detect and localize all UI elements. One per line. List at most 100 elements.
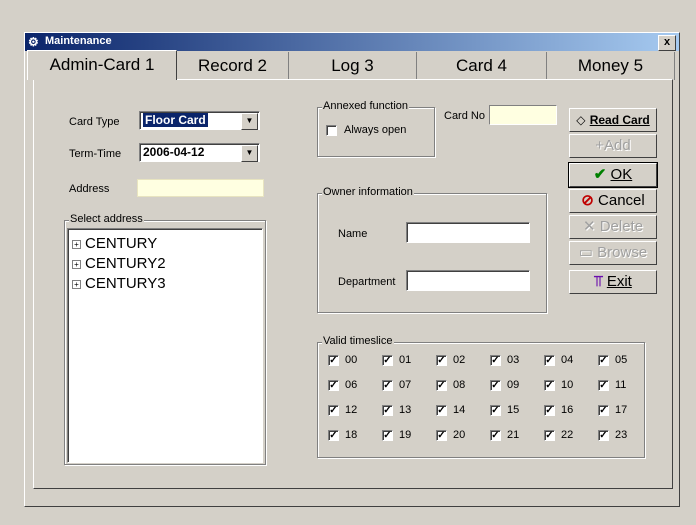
- read-card-button[interactable]: ◇ Read Card: [569, 108, 657, 132]
- window-title: Maintenance: [45, 35, 112, 47]
- tab-log[interactable]: Log 3: [289, 52, 417, 80]
- tree-item-label: CENTURY3: [85, 275, 166, 292]
- owner-information-group: Owner information Name Department: [317, 186, 547, 313]
- timeslice-checkbox[interactable]: ✓: [544, 430, 555, 441]
- address-tree[interactable]: + CENTURY + CENTURY2 + CENTURY3: [67, 228, 263, 463]
- card-type-label: Card Type: [69, 116, 120, 128]
- exit-label: Exit: [606, 273, 632, 290]
- expand-icon[interactable]: +: [72, 259, 81, 269]
- tab-record[interactable]: Record 2: [177, 52, 289, 80]
- timeslice-label: 13: [399, 404, 412, 416]
- timeslice-label: 03: [507, 354, 520, 366]
- timeslice-label: 21: [507, 429, 520, 441]
- chevron-down-icon[interactable]: ▼: [241, 113, 258, 130]
- owner-information-label: Owner information: [322, 186, 414, 198]
- timeslice-checkbox[interactable]: ✓: [598, 380, 609, 391]
- timeslice-label: 07: [399, 379, 412, 391]
- cancel-label: Cancel: [598, 192, 645, 209]
- timeslice-checkbox[interactable]: ✓: [328, 405, 339, 416]
- ok-button[interactable]: ✔ OK: [568, 162, 658, 188]
- close-button[interactable]: x: [658, 35, 676, 51]
- add-button[interactable]: +Add: [569, 134, 657, 158]
- department-field[interactable]: [406, 270, 530, 291]
- name-field[interactable]: [406, 222, 530, 243]
- delete-label: Delete: [599, 218, 644, 235]
- title-bar: ⚙ Maintenance x: [25, 33, 679, 51]
- timeslice-checkbox[interactable]: ✓: [328, 380, 339, 391]
- department-label: Department: [338, 276, 396, 288]
- address-field[interactable]: [137, 179, 264, 197]
- delete-icon: ✕: [582, 218, 596, 235]
- timeslice-checkbox[interactable]: ✓: [436, 405, 447, 416]
- card-no-field[interactable]: [489, 105, 557, 125]
- delete-button[interactable]: ✕ Delete: [569, 215, 657, 239]
- select-address-group: Select address + CENTURY + CENTURY2 + CENTU…: [64, 213, 266, 465]
- exit-icon: ⫪: [594, 273, 603, 290]
- tree-item[interactable]: + CENTURY3: [72, 275, 166, 292]
- timeslice-label: 12: [345, 404, 358, 416]
- admin-card-panel: Card Type Floor Card ▼ Term-Time 2006-04…: [33, 79, 673, 489]
- timeslice-checkbox[interactable]: ✓: [328, 430, 339, 441]
- expand-icon[interactable]: +: [72, 279, 81, 289]
- read-card-label: Read Card: [589, 113, 650, 127]
- timeslice-checkbox[interactable]: ✓: [436, 430, 447, 441]
- tab-admin-card[interactable]: Admin-Card 1: [27, 50, 177, 80]
- always-open-checkbox[interactable]: [326, 125, 337, 136]
- card-type-value: Floor Card: [143, 113, 208, 127]
- annexed-function-label: Annexed function: [322, 100, 410, 112]
- timeslice-checkbox[interactable]: ✓: [382, 355, 393, 366]
- always-open-label: Always open: [344, 124, 407, 136]
- timeslice-label: 05: [615, 354, 628, 366]
- timeslice-label: 08: [453, 379, 466, 391]
- timeslice-checkbox[interactable]: ✓: [544, 405, 555, 416]
- timeslice-checkbox[interactable]: ✓: [544, 380, 555, 391]
- timeslice-label: 17: [615, 404, 628, 416]
- chevron-down-icon[interactable]: ▼: [241, 145, 258, 162]
- timeslice-checkbox[interactable]: ✓: [382, 405, 393, 416]
- tree-item-label: CENTURY2: [85, 255, 166, 272]
- tab-card[interactable]: Card 4: [417, 52, 547, 80]
- name-label: Name: [338, 228, 368, 240]
- browse-icon: ▭: [578, 244, 593, 261]
- timeslice-label: 00: [345, 354, 358, 366]
- cancel-icon: ⊘: [581, 192, 594, 209]
- timeslice-checkbox[interactable]: ✓: [382, 380, 393, 391]
- term-time-label: Term-Time: [69, 148, 122, 160]
- timeslice-checkbox[interactable]: ✓: [490, 430, 501, 441]
- ok-label: OK: [610, 166, 633, 183]
- cancel-button[interactable]: ⊘ Cancel: [569, 189, 657, 213]
- annexed-function-group: Annexed function Always open: [317, 100, 435, 157]
- timeslice-checkbox[interactable]: ✓: [544, 355, 555, 366]
- timeslice-checkbox[interactable]: ✓: [598, 430, 609, 441]
- card-type-select[interactable]: Floor Card ▼: [139, 111, 260, 130]
- tab-money[interactable]: Money 5: [547, 52, 675, 80]
- term-time-value: 2006-04-12: [143, 145, 205, 159]
- timeslice-checkbox[interactable]: ✓: [598, 405, 609, 416]
- app-icon: ⚙: [28, 35, 39, 49]
- timeslice-label: 11: [615, 379, 627, 391]
- timeslice-label: 06: [345, 379, 358, 391]
- timeslice-checkbox[interactable]: ✓: [490, 405, 501, 416]
- timeslice-label: 22: [561, 429, 574, 441]
- select-address-label: Select address: [69, 213, 144, 225]
- timeslice-checkbox[interactable]: ✓: [382, 430, 393, 441]
- timeslice-label: 04: [561, 354, 574, 366]
- expand-icon[interactable]: +: [72, 239, 81, 249]
- valid-timeslice-group: Valid timeslice ✓ 00 ✓ 01 ✓ 02 ✓ 03 ✓ 04 ✓ 05 ✓ 06 ✓ 07…: [317, 335, 645, 458]
- timeslice-checkbox[interactable]: ✓: [436, 355, 447, 366]
- timeslice-checkbox[interactable]: ✓: [598, 355, 609, 366]
- browse-button[interactable]: ▭ Browse: [569, 241, 657, 265]
- timeslice-checkbox[interactable]: ✓: [328, 355, 339, 366]
- tree-item[interactable]: + CENTURY: [72, 235, 157, 252]
- card-no-label: Card No: [444, 110, 485, 122]
- timeslice-checkbox[interactable]: ✓: [490, 380, 501, 391]
- card-icon: ◇: [576, 113, 586, 127]
- address-label: Address: [69, 183, 110, 195]
- tree-item[interactable]: + CENTURY2: [72, 255, 166, 272]
- exit-button[interactable]: ⫪ Exit: [569, 270, 657, 294]
- timeslice-label: 02: [453, 354, 466, 366]
- checkmark-icon: ✔: [593, 166, 607, 183]
- timeslice-checkbox[interactable]: ✓: [490, 355, 501, 366]
- timeslice-checkbox[interactable]: ✓: [436, 380, 447, 391]
- term-time-picker[interactable]: 2006-04-12 ▼: [139, 143, 260, 162]
